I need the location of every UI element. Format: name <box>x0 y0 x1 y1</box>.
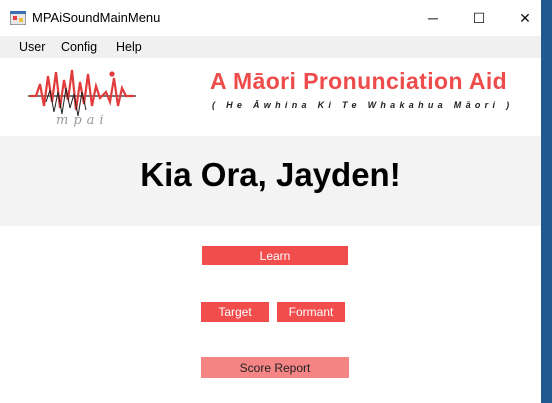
target-button[interactable]: Target <box>201 302 269 322</box>
minimize-icon: ─ <box>428 10 438 26</box>
maximize-icon: ☐ <box>472 9 486 26</box>
app-subtitle: ( He Āwhina Ki Te Whakahua Māori ) <box>212 100 514 110</box>
formant-button[interactable]: Formant <box>277 302 345 322</box>
menu-config[interactable]: Config <box>61 40 97 54</box>
main-window: MPAiSoundMainMenu ─ ☐ ✕ User Config Help… <box>0 0 542 403</box>
greeting-text: Kia Ora, Jayden! <box>140 156 401 193</box>
minimize-button[interactable]: ─ <box>410 0 456 36</box>
desktop-background <box>541 0 552 403</box>
app-title: A Māori Pronunciation Aid <box>210 68 508 94</box>
mpai-logo: mpai <box>28 69 136 128</box>
window-title: MPAiSoundMainMenu <box>32 10 161 25</box>
menu-user[interactable]: User <box>19 40 45 54</box>
maximize-button[interactable]: ☐ <box>456 0 502 36</box>
app-window-icon <box>10 11 26 25</box>
close-icon: ✕ <box>519 9 531 26</box>
menu-bar: User Config Help <box>0 36 541 58</box>
score-report-button[interactable]: Score Report <box>201 357 349 378</box>
title-bar[interactable]: MPAiSoundMainMenu ─ ☐ ✕ <box>0 0 541 36</box>
menu-help[interactable]: Help <box>116 40 142 54</box>
learn-button[interactable]: Learn <box>202 246 348 265</box>
svg-text:mpai: mpai <box>56 113 109 128</box>
